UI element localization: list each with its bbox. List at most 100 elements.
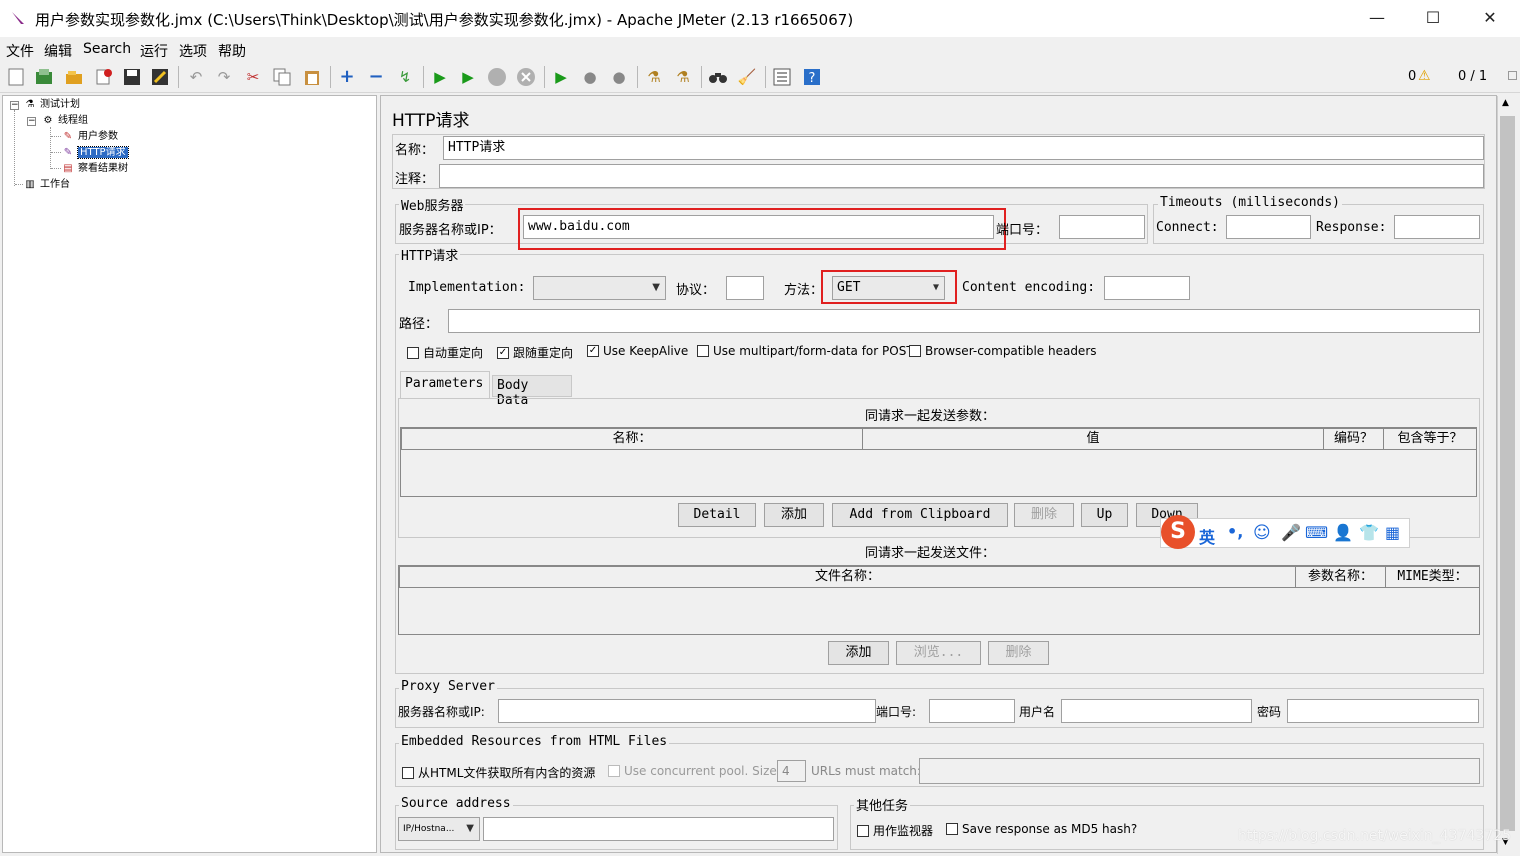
ime-punctuation[interactable]: •, [1227,522,1243,541]
response-label: Response: [1316,220,1387,235]
maximize-button[interactable]: ☐ [1418,6,1448,30]
menu-search[interactable]: Search [83,41,131,57]
templates-icon[interactable] [34,67,54,87]
tree-item-thread-group[interactable]: ⚙ 线程组 [41,114,88,128]
paste-icon[interactable] [302,67,322,87]
delete-param-button[interactable]: 删除 [1014,503,1074,527]
content-encoding-input[interactable] [1104,276,1190,300]
collapse-icon[interactable]: − [366,67,386,87]
skin-shirt-icon[interactable]: 👕 [1359,523,1379,542]
start-no-pause-icon[interactable]: ▶ [458,67,478,87]
concurrent-pool-checkbox[interactable]: Use concurrent pool. Size: [608,764,781,778]
menu-options[interactable]: 选项 [179,41,207,61]
open-icon[interactable] [64,67,84,87]
source-address-input[interactable] [483,817,834,841]
proxy-port-input[interactable] [929,699,1015,723]
tree-item-user-parameters[interactable]: ✎ 用户参数 [61,130,118,144]
tree-item-view-results-tree[interactable]: ▤ 察看结果树 [61,162,128,176]
menu-edit[interactable]: 编辑 [44,41,72,61]
name-input[interactable]: HTTP请求 [443,136,1484,160]
reset-search-icon[interactable]: 🧹 [737,67,757,87]
help-icon[interactable]: ? [802,67,822,87]
new-icon[interactable] [6,67,26,87]
source-type-select[interactable]: IP/Hostna... ▼ [398,817,480,841]
toggle-icon[interactable]: ↯ [395,67,415,87]
comment-input[interactable] [439,164,1484,188]
tree-collapse-toggle[interactable]: − [27,117,36,126]
path-input[interactable] [448,309,1480,333]
clear-all-icon[interactable]: ⚗ [673,67,693,87]
proxy-server-input[interactable] [498,699,876,723]
svg-text:?: ? [809,71,816,86]
toolbox-grid-icon[interactable]: ▦ [1385,523,1400,542]
user-icon[interactable]: 👤 [1333,523,1353,542]
start-icon[interactable]: ▶ [430,67,450,87]
close-icon[interactable] [94,67,114,87]
remote-stop-icon[interactable]: ● [580,67,600,87]
detail-button[interactable]: Detail [678,503,756,527]
up-button[interactable]: Up [1081,503,1128,527]
expand-icon[interactable]: + [337,67,357,87]
copy-icon[interactable] [272,67,292,87]
tree-collapse-toggle[interactable]: − [10,101,19,110]
use-as-monitor-checkbox[interactable]: 用作监视器 [857,822,933,839]
cut-icon[interactable]: ✂ [243,67,263,87]
clear-icon[interactable]: ⚗ [644,67,664,87]
sogou-logo-icon[interactable]: S [1161,515,1195,549]
concurrent-pool-label: Use concurrent pool. Size: [624,764,781,778]
scroll-up-icon[interactable]: ▲ [1502,98,1509,108]
urls-match-input[interactable] [919,758,1480,784]
multipart-label: Use multipart/form-data for POST [713,344,914,358]
browse-button[interactable]: 浏览... [896,641,981,665]
add-param-button[interactable]: 添加 [764,503,824,527]
menu-help[interactable]: 帮助 [218,41,246,61]
remote-start-icon[interactable]: ▶ [551,67,571,87]
close-button[interactable]: ✕ [1475,6,1505,30]
stop-icon[interactable] [487,67,507,87]
pool-size-input[interactable]: 4 [777,760,806,782]
scroll-thumb[interactable] [1500,116,1515,831]
fetch-resources-checkbox[interactable]: 从HTML文件获取所有内含的资源 [402,764,595,781]
warning-icon[interactable]: ⚠ [1418,68,1431,84]
add-from-clipboard-button[interactable]: Add from Clipboard [832,503,1008,527]
tree-item-http-request[interactable]: ✎ HTTP请求 [61,146,129,160]
md5-checkbox[interactable]: Save response as MD5 hash? [946,822,1137,836]
multipart-checkbox[interactable]: Use multipart/form-data for POST [697,344,914,358]
other-tasks-title: 其他任务 [854,795,911,814]
search-icon[interactable] [708,67,728,87]
files-table: 文件名称： 参数名称： MIME类型： [398,565,1480,635]
col-value: 值 [862,428,1324,450]
menu-run[interactable]: 运行 [140,41,168,61]
emoji-icon[interactable]: ☺ [1253,523,1271,543]
delete-file-button[interactable]: 删除 [988,641,1049,665]
function-helper-icon[interactable] [772,67,792,87]
add-file-button[interactable]: 添加 [828,641,889,665]
tab-parameters[interactable]: Parameters [400,371,490,399]
tree-item-workbench[interactable]: ▥ 工作台 [23,178,70,192]
tree-item-test-plan[interactable]: ⚗ 测试计划 [23,98,80,112]
remote-shutdown-icon[interactable]: ● [609,67,629,87]
microphone-icon[interactable]: 🎤 [1281,523,1301,542]
auto-redirect-checkbox[interactable]: 自动重定向 [407,344,483,361]
redo-icon[interactable]: ↷ [214,67,234,87]
response-timeout-input[interactable] [1394,215,1480,239]
browser-headers-checkbox[interactable]: Browser-compatible headers [909,344,1097,358]
proxy-password-input[interactable] [1287,699,1479,723]
port-input[interactable] [1059,215,1145,239]
implementation-select[interactable]: ▼ [533,276,666,300]
undo-icon[interactable]: ↶ [186,67,206,87]
save-as-icon[interactable] [150,67,170,87]
save-icon[interactable] [122,67,142,87]
vertical-scrollbar[interactable]: ▲ ▼ [1497,96,1517,854]
tab-body-data[interactable]: Body Data [492,375,572,408]
follow-redirect-checkbox[interactable]: ✓ 跟随重定向 [497,344,573,361]
ime-language[interactable]: 英 [1199,524,1215,548]
keepalive-checkbox[interactable]: ✓ Use KeepAlive [587,344,688,358]
proxy-user-input[interactable] [1061,699,1252,723]
shutdown-icon[interactable] [516,67,536,87]
menu-file[interactable]: 文件 [6,41,34,61]
connect-timeout-input[interactable] [1226,215,1311,239]
minimize-button[interactable]: — [1362,6,1392,30]
keyboard-icon[interactable]: ⌨ [1305,523,1328,542]
protocol-input[interactable] [726,276,764,300]
